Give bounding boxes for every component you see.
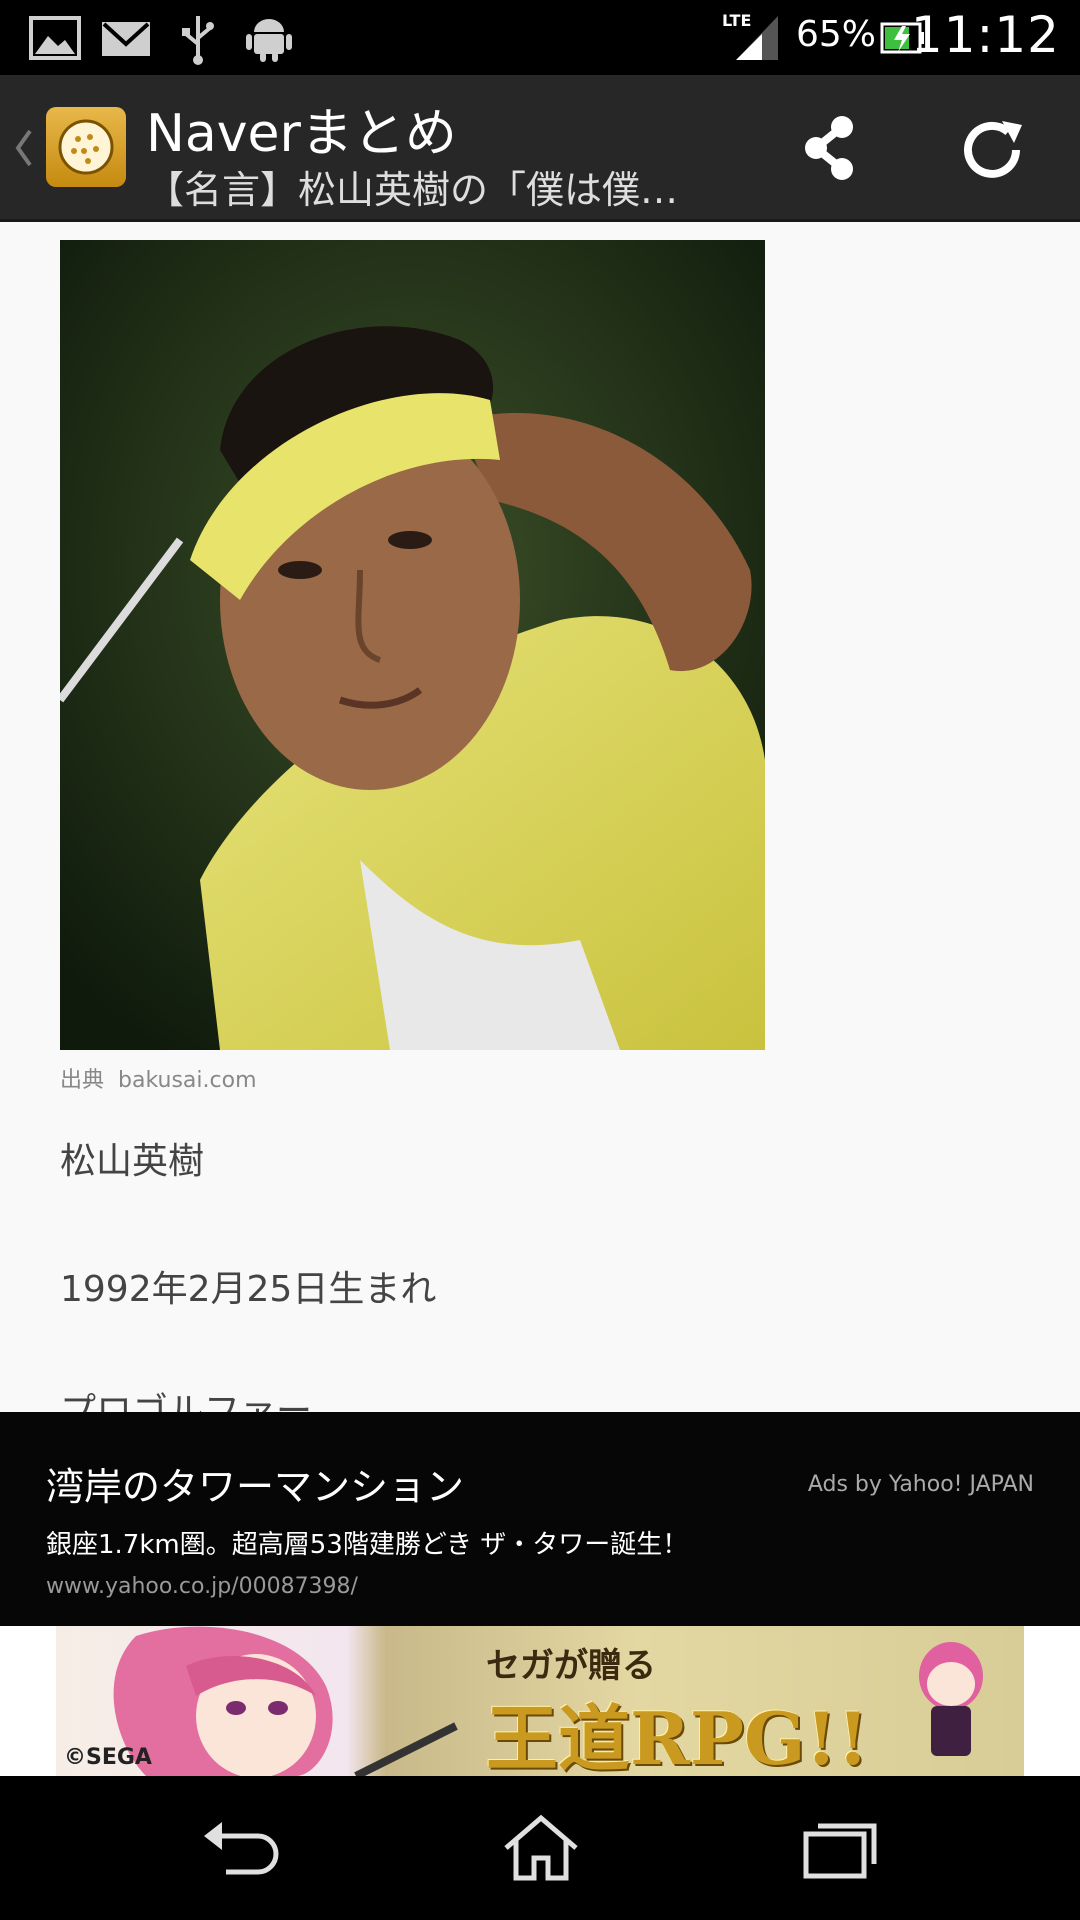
action-bar: Naverまとめ 【名言】松山英樹の「僕は僕… xyxy=(0,75,1080,222)
ad-attribution[interactable]: Ads by Yahoo! JAPAN xyxy=(808,1472,1034,1497)
banner-ad[interactable]: ©SEGA セガが贈る 王道RPG!! xyxy=(56,1626,1024,1776)
android-icon xyxy=(246,19,292,62)
clock: 11:12 xyxy=(910,6,1060,64)
usb-icon xyxy=(182,16,214,65)
photo-caption: 出典 bakusai.com xyxy=(60,1062,271,1094)
back-chevron-icon[interactable] xyxy=(12,123,34,173)
svg-text:LTE: LTE xyxy=(722,11,751,30)
ad-url[interactable]: www.yahoo.co.jp/00087398/ xyxy=(46,1574,358,1599)
signal-icon: LTE xyxy=(722,11,778,60)
navigation-bar xyxy=(0,1776,1080,1920)
article-text-birth: 1992年2月25日生まれ xyxy=(60,1269,437,1310)
back-icon[interactable] xyxy=(196,1812,286,1884)
banner-ad-container: ©SEGA セガが贈る 王道RPG!! xyxy=(0,1626,1080,1776)
golfer-photo xyxy=(60,240,765,1050)
chibi-character-illustration xyxy=(919,1642,983,1756)
caption-label: 出典 xyxy=(60,1068,105,1093)
home-icon[interactable] xyxy=(496,1812,586,1884)
banner-headline: 王道RPG!! xyxy=(486,1696,869,1776)
app-title: Naverまとめ xyxy=(146,104,457,164)
share-icon[interactable] xyxy=(800,113,860,183)
battery-percent: 65% xyxy=(796,14,877,55)
ad-description[interactable]: 銀座1.7km圏。超高層53階建勝どき ザ・タワー誕生！ xyxy=(46,1524,688,1561)
caption-source-link[interactable]: bakusai.com xyxy=(118,1068,257,1093)
ad-title[interactable]: 湾岸のタワーマンション xyxy=(46,1456,464,1511)
golf-ball-icon xyxy=(58,119,114,175)
recent-apps-icon[interactable] xyxy=(796,1812,886,1884)
text-ad[interactable]: 湾岸のタワーマンション Ads by Yahoo! JAPAN 銀座1.7km圏… xyxy=(0,1412,1080,1626)
article-content[interactable]: 出典 bakusai.com 松山英樹 1992年2月25日生まれ プロゴルファー xyxy=(0,222,1080,1412)
article-text-profession: プロゴルファー xyxy=(60,1391,313,1412)
refresh-icon[interactable] xyxy=(956,115,1030,185)
status-bar: LTE 65% 11:12 xyxy=(0,0,1080,75)
article-photo xyxy=(60,240,765,1050)
app-icon[interactable] xyxy=(46,107,126,187)
article-text-name: 松山英樹 xyxy=(60,1141,205,1182)
banner-copyright: ©SEGA xyxy=(64,1745,152,1770)
page-title: 【名言】松山英樹の「僕は僕… xyxy=(146,168,679,212)
gmail-icon xyxy=(102,22,150,56)
gallery-icon xyxy=(29,16,81,60)
